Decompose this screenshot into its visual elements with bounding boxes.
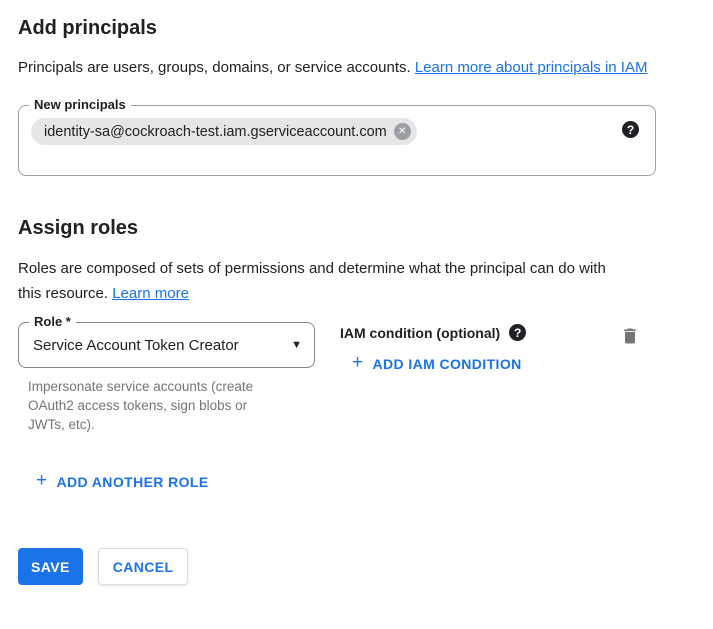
principal-chip[interactable]: identity-sa@cockroach-test.iam.gservicea… — [31, 118, 417, 145]
iam-condition-label: IAM condition (optional) — [340, 325, 500, 341]
delete-column — [620, 326, 640, 351]
action-bar: SAVE CANCEL — [18, 548, 695, 585]
cancel-button[interactable]: CANCEL — [98, 548, 189, 585]
add-iam-condition-label: ADD IAM CONDITION — [373, 356, 522, 372]
role-selected-value: Service Account Token Creator — [33, 337, 283, 354]
principals-description-text: Principals are users, groups, domains, o… — [18, 59, 415, 76]
add-another-role-label: ADD ANOTHER ROLE — [57, 474, 209, 490]
page-title: Add principals — [18, 16, 695, 40]
condition-column: IAM condition (optional) ? + ADD IAM CON… — [340, 322, 526, 374]
save-button[interactable]: SAVE — [18, 548, 83, 585]
condition-label-row: IAM condition (optional) ? — [340, 324, 526, 341]
add-another-role-button[interactable]: + ADD ANOTHER ROLE — [36, 472, 209, 491]
role-select[interactable]: Role * Service Account Token Creator ▼ — [18, 322, 315, 368]
roles-description: Roles are composed of sets of permission… — [18, 256, 618, 306]
trash-icon — [620, 334, 640, 349]
roles-description-text: Roles are composed of sets of permission… — [18, 260, 606, 302]
principals-description: Principals are users, groups, domains, o… — [18, 55, 670, 80]
principal-chip-label: identity-sa@cockroach-test.iam.gservicea… — [44, 124, 387, 140]
chip-remove-icon[interactable]: ✕ — [394, 123, 411, 140]
role-row: Role * Service Account Token Creator ▼ I… — [18, 322, 695, 434]
chevron-down-icon: ▼ — [291, 339, 302, 351]
principals-help-icon[interactable]: ? — [622, 121, 639, 138]
role-helper-text: Impersonate service accounts (create OAu… — [28, 377, 286, 434]
learn-more-principals-link[interactable]: Learn more about principals in IAM — [415, 59, 648, 76]
new-principals-label: New principals — [29, 97, 131, 112]
assign-roles-title: Assign roles — [18, 216, 695, 240]
role-column: Role * Service Account Token Creator ▼ I… — [18, 322, 340, 434]
learn-more-roles-link[interactable]: Learn more — [112, 285, 189, 302]
role-label: Role * — [29, 314, 76, 329]
plus-icon: + — [36, 471, 48, 490]
plus-icon: + — [352, 353, 364, 372]
add-principals-panel: Add principals Principals are users, gro… — [0, 0, 713, 585]
iam-condition-help-icon[interactable]: ? — [509, 324, 526, 341]
new-principals-field[interactable]: New principals identity-sa@cockroach-tes… — [18, 105, 656, 176]
delete-role-button[interactable] — [620, 326, 640, 349]
add-iam-condition-button[interactable]: + ADD IAM CONDITION — [352, 354, 522, 373]
